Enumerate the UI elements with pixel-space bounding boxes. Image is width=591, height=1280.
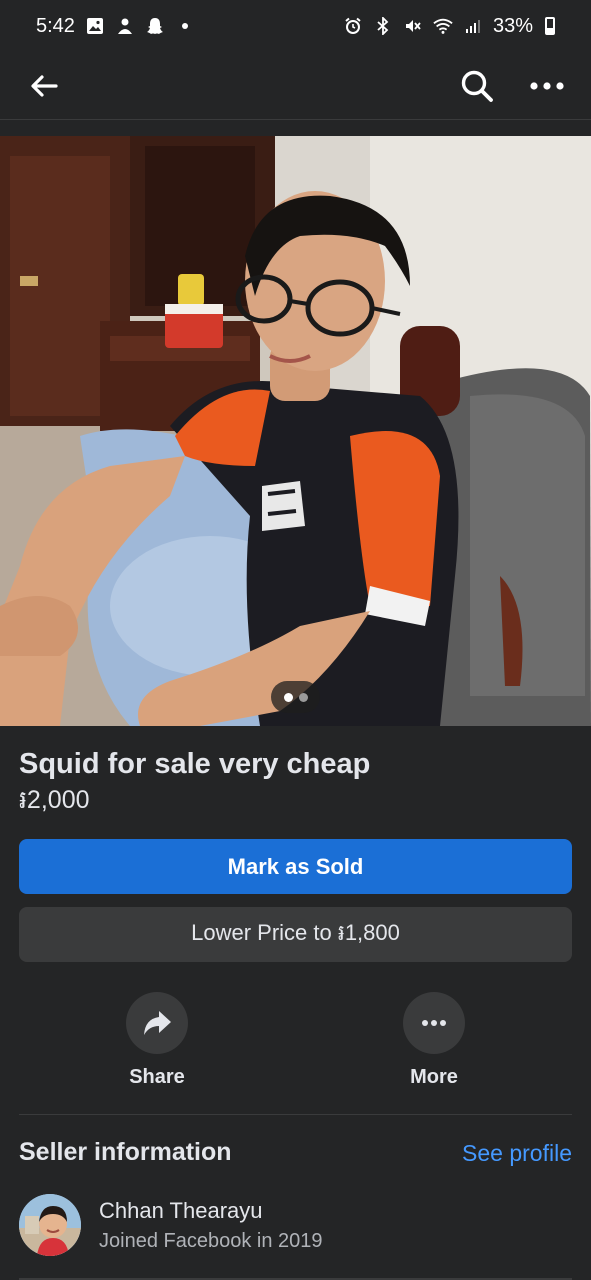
nav-actions (457, 66, 567, 106)
lower-price-label: Lower Price to ៛1,800 (191, 919, 400, 945)
more-horizontal-icon[interactable] (403, 992, 465, 1054)
back-arrow-icon[interactable] (24, 66, 64, 106)
listing-title: Squid for sale very cheap (19, 748, 371, 780)
seller-joined-date: Joined Facebook in 2019 (99, 1230, 323, 1252)
seller-name[interactable]: Chhan Thearayu (99, 1198, 263, 1224)
person-icon (115, 16, 135, 36)
more-action[interactable]: More (374, 992, 494, 1089)
gallery-icon (85, 16, 105, 36)
battery-icon (545, 17, 555, 35)
bluetooth-icon (373, 16, 393, 36)
pager-dot (298, 692, 308, 702)
share-action[interactable]: Share (97, 992, 217, 1089)
listing-photo-illustration (0, 136, 591, 726)
status-left: 5:42 (36, 15, 195, 38)
more-horizontal-icon[interactable] (527, 66, 567, 106)
more-label: More (410, 1066, 458, 1088)
mute-icon (403, 16, 423, 36)
photo-pager[interactable] (271, 681, 320, 713)
see-profile-link[interactable]: See profile (462, 1140, 572, 1167)
share-label: Share (129, 1066, 185, 1088)
share-icon[interactable] (126, 992, 188, 1054)
lower-price-button[interactable]: Lower Price to ៛1,800 (19, 907, 572, 962)
snapchat-icon (145, 16, 165, 36)
listing-photo[interactable] (0, 136, 591, 726)
alarm-icon (343, 16, 363, 36)
seller-avatar[interactable] (19, 1194, 81, 1256)
dot-icon (175, 16, 195, 36)
status-bar: 5:42 33% (0, 0, 591, 52)
mark-as-sold-button[interactable]: Mark as Sold (19, 839, 572, 894)
battery-percent: 33% (492, 14, 533, 37)
status-right: 33% (343, 15, 555, 38)
listing-price: ៛2,000 (19, 786, 90, 814)
signal-icon (463, 16, 483, 36)
search-icon[interactable] (457, 66, 497, 106)
seller-info-heading: Seller information (19, 1138, 232, 1166)
mark-as-sold-label: Mark as Sold (227, 853, 364, 879)
status-time: 5:42 (36, 14, 75, 37)
pager-dot-active (283, 692, 293, 702)
top-nav-bar (0, 52, 591, 120)
section-divider (19, 1114, 572, 1115)
wifi-icon (433, 16, 453, 36)
